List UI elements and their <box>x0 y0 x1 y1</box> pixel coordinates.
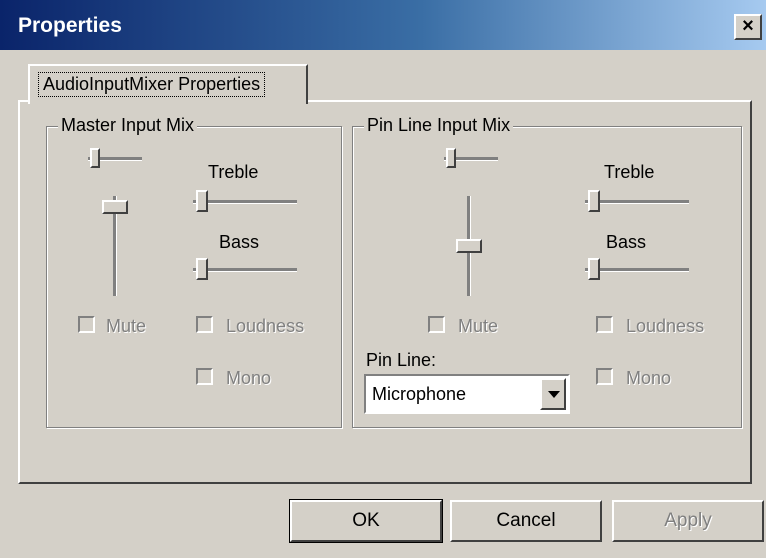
pin-bass-label: Bass <box>606 232 647 252</box>
tab-label: AudioInputMixer Properties <box>38 72 266 97</box>
pin-bass-thumb[interactable] <box>588 258 600 280</box>
pin-volume-slider[interactable] <box>454 196 484 298</box>
pin-mute-checkbox[interactable] <box>428 316 445 333</box>
master-loudness-label: Loudness <box>226 316 305 336</box>
chevron-down-icon <box>548 391 560 398</box>
pin-line-select[interactable]: Microphone <box>364 374 570 414</box>
pin-balance-thumb[interactable] <box>446 148 456 168</box>
pin-mute-label: Mute <box>458 316 499 336</box>
master-mute-label: Mute <box>106 316 147 336</box>
apply-button[interactable]: Apply <box>612 500 764 542</box>
pin-treble-label: Treble <box>604 162 655 182</box>
master-mono-label: Mono <box>226 368 272 388</box>
pin-mono-label: Mono <box>626 368 672 388</box>
close-button[interactable]: × <box>734 14 762 40</box>
pin-loudness-checkbox[interactable] <box>596 316 613 333</box>
title-bar: Properties × <box>0 0 766 50</box>
pin-balance-slider[interactable] <box>444 148 498 170</box>
close-icon: × <box>742 15 754 37</box>
master-bass-thumb[interactable] <box>196 258 208 280</box>
master-mute-checkbox[interactable] <box>78 316 95 333</box>
master-treble-slider[interactable] <box>193 190 297 214</box>
master-input-mix-title: Master Input Mix <box>58 115 198 136</box>
master-treble-label: Treble <box>208 162 259 182</box>
master-balance-thumb[interactable] <box>90 148 100 168</box>
pin-bass-slider[interactable] <box>585 258 689 282</box>
master-bass-slider[interactable] <box>193 258 297 282</box>
master-treble-thumb[interactable] <box>196 190 208 212</box>
master-volume-thumb[interactable] <box>102 200 128 214</box>
window-title: Properties <box>18 14 122 37</box>
pin-mono-checkbox[interactable] <box>596 368 613 385</box>
pin-line-input-mix-title: Pin Line Input Mix <box>364 115 514 136</box>
pin-treble-slider[interactable] <box>585 190 689 214</box>
ok-button[interactable]: OK <box>289 499 443 543</box>
master-volume-slider[interactable] <box>100 196 130 298</box>
master-mono-checkbox[interactable] <box>196 368 213 385</box>
master-balance-slider[interactable] <box>88 148 142 170</box>
pin-line-label: Pin Line: <box>366 350 437 370</box>
pin-line-select-value: Microphone <box>372 384 467 404</box>
pin-loudness-label: Loudness <box>626 316 705 336</box>
pin-line-dropdown-button[interactable] <box>540 378 566 410</box>
master-loudness-checkbox[interactable] <box>196 316 213 333</box>
pin-volume-thumb[interactable] <box>456 239 482 253</box>
tab-audio-input-mixer-properties[interactable]: AudioInputMixer Properties <box>28 64 308 104</box>
pin-treble-thumb[interactable] <box>588 190 600 212</box>
master-bass-label: Bass <box>219 232 260 252</box>
cancel-button[interactable]: Cancel <box>450 500 602 542</box>
